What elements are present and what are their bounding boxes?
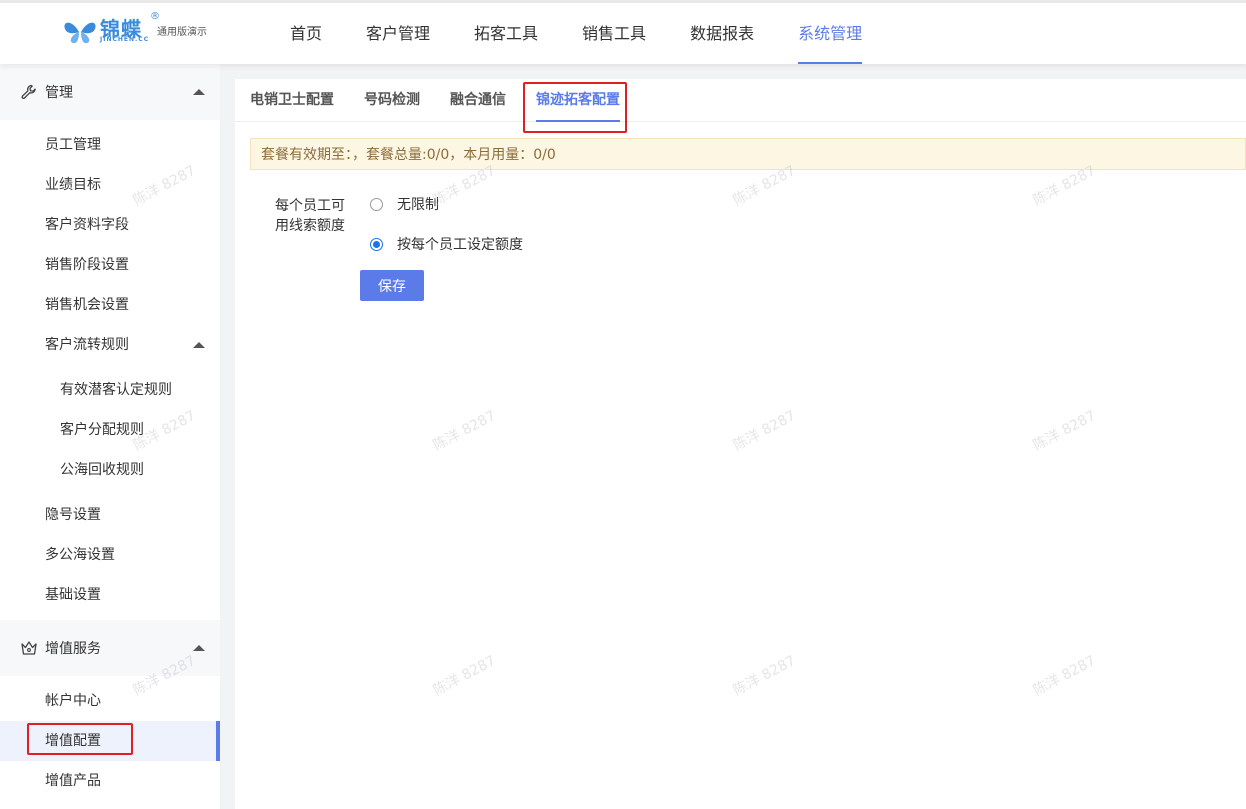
sidebar-section-value-added-label: 增值服务 xyxy=(45,641,101,657)
nav-sales-tools[interactable]: 销售工具 xyxy=(582,3,646,64)
butterfly-logo-icon xyxy=(64,22,96,44)
nav-data-reports[interactable]: 数据报表 xyxy=(690,3,754,64)
sidebar-section-manage[interactable]: 管理 xyxy=(0,64,220,120)
top-nav: 首页 客户管理 拓客工具 销售工具 数据报表 系统管理 xyxy=(290,3,906,64)
quota-field-label-line2: 用线索额度 xyxy=(275,218,345,234)
nav-prospecting-tools[interactable]: 拓客工具 xyxy=(474,3,538,64)
logo-subtitle: 通用版演示 xyxy=(157,27,207,38)
radio-per-employee-quota-circle[interactable] xyxy=(370,237,383,251)
collapse-caret-icon[interactable] xyxy=(193,645,205,651)
radio-unlimited-label: 无限制 xyxy=(397,197,439,213)
tab-call-guard-config[interactable]: 电销卫士配置 xyxy=(250,79,334,122)
collapse-caret-icon[interactable] xyxy=(193,342,205,348)
sidebar-item-sales-stage-settings[interactable]: 销售阶段设置 xyxy=(0,245,220,285)
sidebar: 管理 员工管理 业绩目标 客户资料字段 销售阶段设置 销售机会设置 客户流转规则… xyxy=(0,64,220,809)
sidebar-item-account-center[interactable]: 帐户中心 xyxy=(0,681,220,721)
nav-home[interactable]: 首页 xyxy=(290,3,322,64)
sidebar-item-customer-assignment-rules[interactable]: 客户分配规则 xyxy=(0,410,220,450)
tab-jinji-prospecting-config[interactable]: 锦迹拓客配置 xyxy=(536,79,620,122)
sidebar-item-value-added-config[interactable]: 增值配置 xyxy=(0,721,220,761)
nav-system-management[interactable]: 系统管理 xyxy=(798,3,863,64)
package-notice: 套餐有效期至：，套餐总量:0/0，本月用量：0/0 xyxy=(250,138,1246,170)
sidebar-item-value-added-products[interactable]: 增值产品 xyxy=(0,761,220,801)
sidebar-item-performance-targets[interactable]: 业绩目标 xyxy=(0,165,220,205)
sidebar-section-value-added[interactable]: 增值服务 xyxy=(0,620,220,676)
nav-customer-management[interactable]: 客户管理 xyxy=(366,3,430,64)
sidebar-item-multi-public-pool-settings[interactable]: 多公海设置 xyxy=(0,535,220,575)
tab-bar: 电销卫士配置 号码检测 融合通信 锦迹拓客配置 xyxy=(235,79,1246,122)
tab-number-check[interactable]: 号码检测 xyxy=(364,79,420,122)
sidebar-item-valid-prospect-rules[interactable]: 有效潜客认定规则 xyxy=(0,370,220,410)
sidebar-section-manage-label: 管理 xyxy=(45,85,73,101)
top-header: 锦蝶 ® 通用版演示 JINCHEN.CC 首页 客户管理 拓客工具 销售工具 … xyxy=(0,0,1246,64)
sidebar-item-basic-settings[interactable]: 基础设置 xyxy=(0,575,220,615)
sidebar-item-employee-management[interactable]: 员工管理 xyxy=(0,125,220,165)
sidebar-item-customer-flow-rules[interactable]: 客户流转规则 xyxy=(0,325,220,365)
wrench-icon xyxy=(21,84,36,100)
quota-field-label-line1: 每个员工可 xyxy=(275,198,345,214)
logo-domain: JINCHEN.CC xyxy=(100,36,150,43)
logo-registered-mark: ® xyxy=(150,11,160,22)
radio-unlimited[interactable]: 无限制 xyxy=(370,194,439,214)
sidebar-item-customer-flow-rules-label: 客户流转规则 xyxy=(45,337,129,353)
radio-per-employee-quota[interactable]: 按每个员工设定额度 xyxy=(370,234,523,254)
crown-icon xyxy=(21,641,37,655)
main-panel: 电销卫士配置 号码检测 融合通信 锦迹拓客配置 套餐有效期至：，套餐总量:0/0… xyxy=(235,79,1246,809)
radio-unlimited-circle[interactable] xyxy=(370,197,383,211)
sidebar-item-customer-fields[interactable]: 客户资料字段 xyxy=(0,205,220,245)
collapse-caret-icon[interactable] xyxy=(193,89,205,95)
sidebar-item-sales-opportunity-settings[interactable]: 销售机会设置 xyxy=(0,285,220,325)
quota-field-label: 每个员工可 用线索额度 xyxy=(275,196,355,236)
logo[interactable]: 锦蝶 ® 通用版演示 JINCHEN.CC xyxy=(62,11,232,49)
sidebar-item-hidden-number-settings[interactable]: 隐号设置 xyxy=(0,495,220,535)
radio-per-employee-quota-label: 按每个员工设定额度 xyxy=(397,237,523,253)
tab-unified-communication[interactable]: 融合通信 xyxy=(450,79,506,122)
sidebar-item-public-pool-recycle-rules[interactable]: 公海回收规则 xyxy=(0,450,220,490)
save-button[interactable]: 保存 xyxy=(360,270,424,301)
